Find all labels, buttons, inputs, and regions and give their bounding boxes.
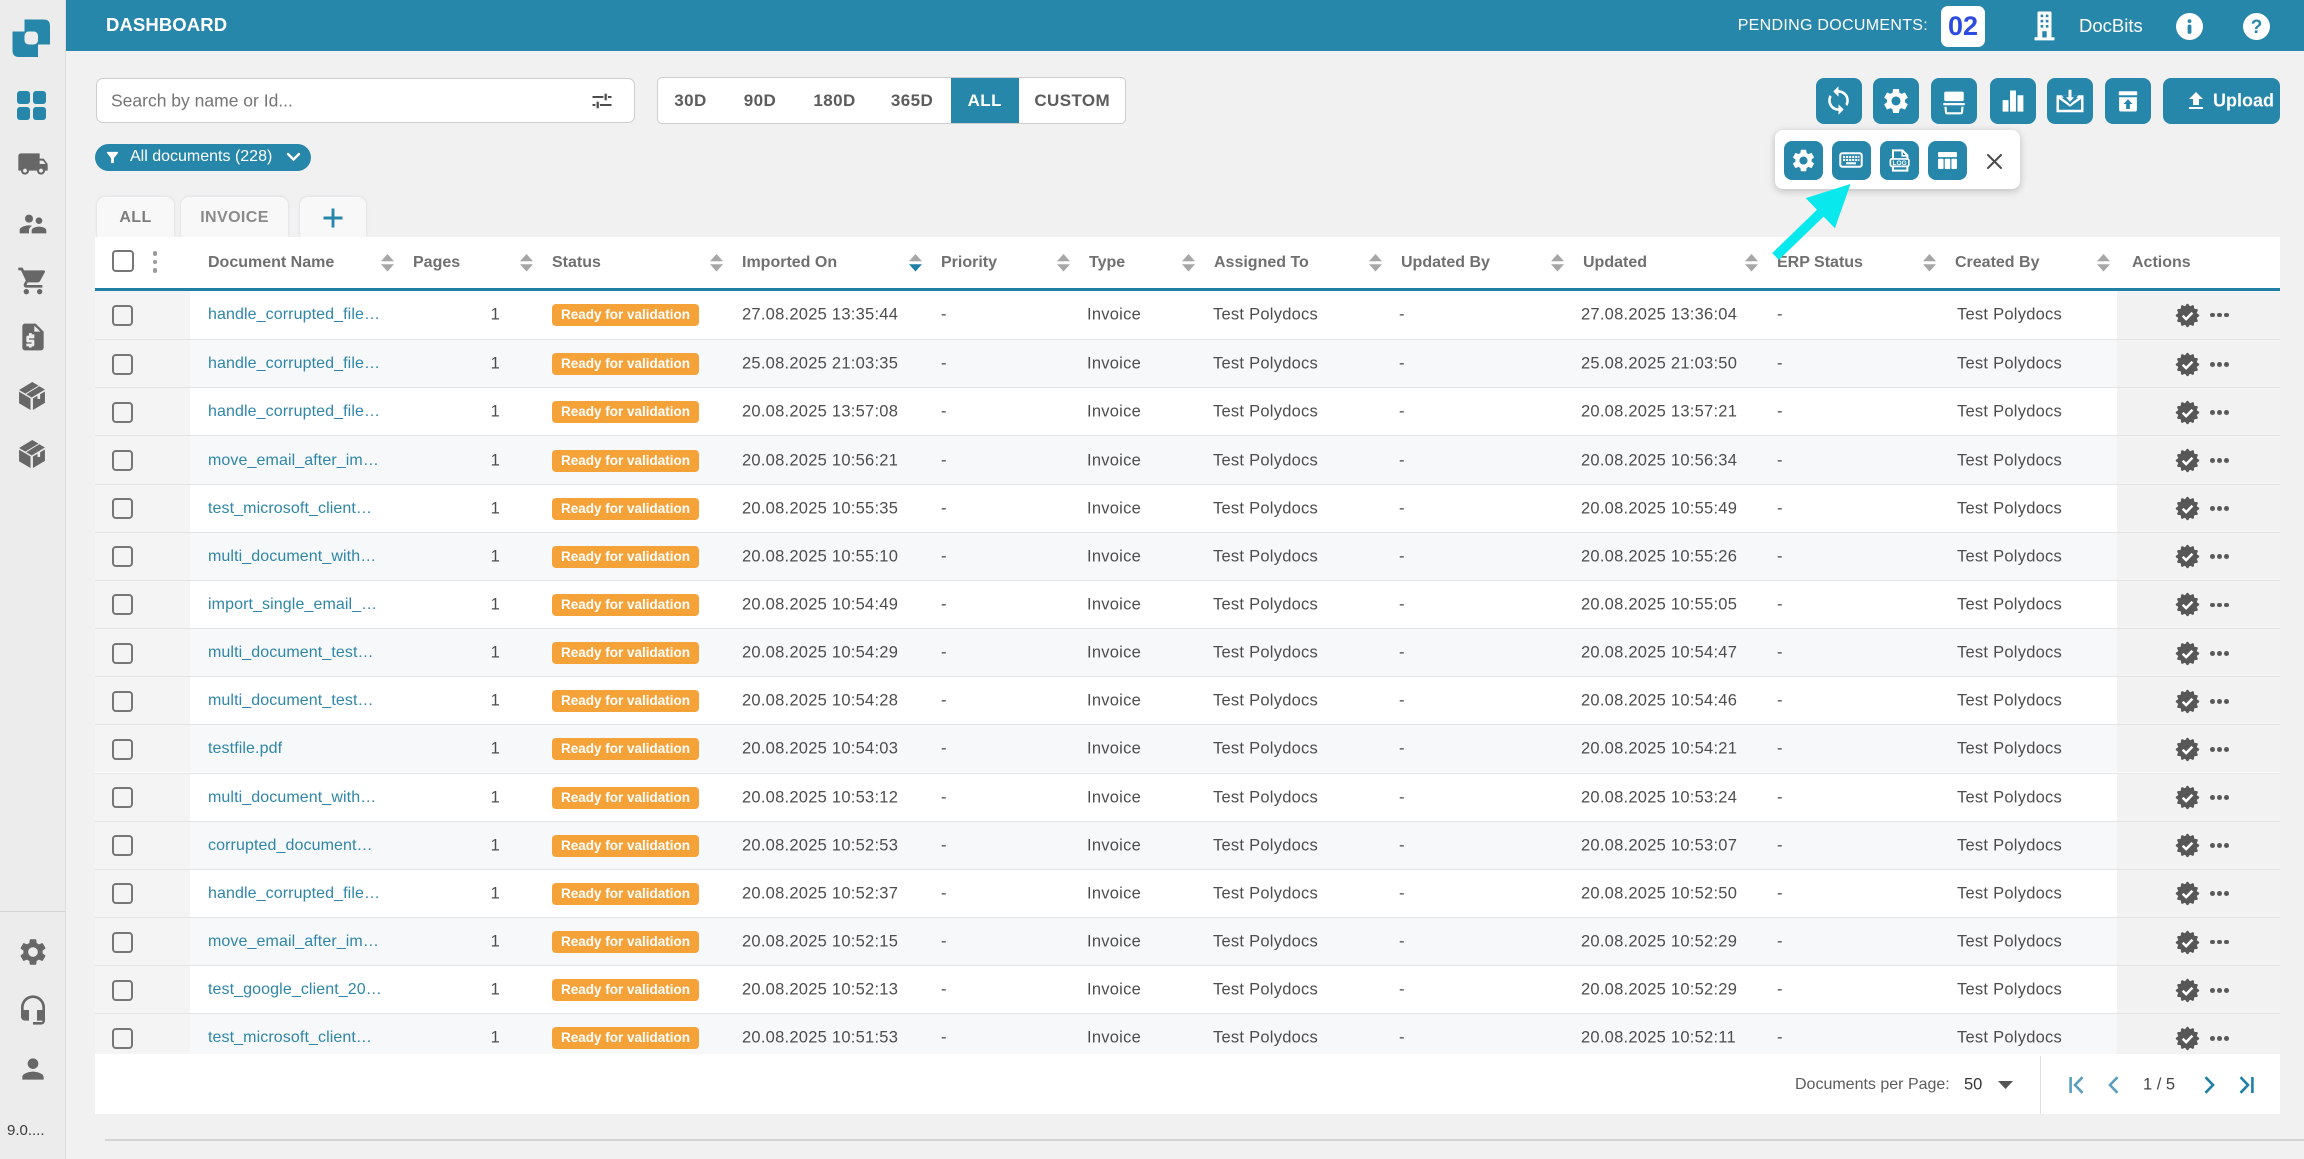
svg-text:?: ?: [2251, 17, 2263, 38]
svg-text:LOG: LOG: [1892, 159, 1906, 166]
